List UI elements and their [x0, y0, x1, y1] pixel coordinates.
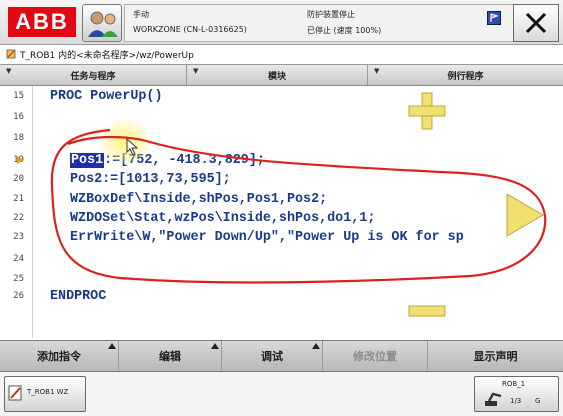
tab-tasks-programs[interactable]: ▼ 任务与程序 [0, 65, 187, 85]
program-editor-task-button[interactable]: T_ROB1 WZ [4, 376, 86, 412]
button-label: 添加指令 [37, 350, 81, 363]
tab-routines[interactable]: ▼ 例行程序 [368, 65, 563, 85]
red-annotation-loop [50, 128, 547, 284]
program-editor-icon [6, 49, 16, 59]
zoom-out-icon[interactable] [408, 304, 446, 318]
tab-label: 模块 [267, 71, 286, 82]
edit-button[interactable]: 编辑 [119, 341, 222, 371]
code-editor[interactable]: 15 PROC PowerUp() 16 18 19 Pos1:=[752, -… [0, 86, 563, 338]
operating-mode: 手动 [133, 10, 149, 19]
zoom-in-icon[interactable] [407, 91, 447, 131]
modify-position-button[interactable]: 修改位置 [323, 341, 428, 371]
tab-bar: ▼ 任务与程序 ▼ 模块 ▼ 例行程序 [0, 64, 563, 86]
menu-up-icon [108, 343, 116, 349]
button-label: 修改位置 [353, 350, 397, 363]
robot-icon [485, 392, 502, 406]
task-label: T_ROB1 WZ [27, 388, 69, 396]
show-declaration-button[interactable]: 显示声明 [428, 341, 563, 371]
button-label: 编辑 [159, 350, 181, 363]
event-flag-icon[interactable] [487, 11, 501, 25]
tab-label: 例行程序 [447, 71, 484, 82]
scroll-right-icon[interactable] [505, 192, 545, 238]
tab-modules[interactable]: ▼ 模块 [187, 65, 368, 85]
quickset-robot-panel[interactable]: ROB_1 1/3 G [474, 376, 559, 412]
dropdown-caret-icon: ▼ [193, 67, 199, 75]
program-editor-icon [8, 385, 22, 401]
status-bar[interactable]: 手动 WORKZONE (CN-L-0316625) 防护装置停止 已停止 (速… [124, 4, 514, 42]
top-header: ABB 手动 WORKZONE (CN-L-0316625) 防护装置停止 已停… [0, 0, 563, 45]
robot-value: 1/3 [510, 397, 522, 405]
debug-button[interactable]: 调试 [222, 341, 323, 371]
menu-up-icon [312, 343, 320, 349]
guard-status: 防护装置停止 [307, 10, 355, 19]
user-account-icon[interactable] [82, 4, 122, 42]
menu-up-icon [211, 343, 219, 349]
close-button[interactable] [513, 4, 559, 42]
button-label: 显示声明 [473, 350, 518, 363]
system-name: WORKZONE (CN-L-0316625) [133, 25, 247, 34]
dropdown-caret-icon: ▼ [6, 67, 12, 75]
breadcrumb-path: T_ROB1 内的<未命名程序>/wz/PowerUp [20, 51, 194, 61]
dropdown-caret-icon: ▼ [374, 67, 380, 75]
add-instruction-button[interactable]: 添加指令 [0, 341, 119, 371]
abb-logo[interactable]: ABB [8, 7, 76, 37]
run-state: 已停止 (速度 100%) [307, 26, 382, 35]
close-icon [525, 12, 547, 34]
command-bar: 添加指令 编辑 调试 修改位置 显示声明 [0, 340, 563, 372]
robot-label: ROB_1 [502, 380, 526, 388]
button-label: 调试 [261, 350, 283, 363]
taskbar: T_ROB1 WZ ROB_1 1/3 G [0, 372, 563, 416]
robot-value-2: G [535, 397, 541, 405]
breadcrumb: T_ROB1 内的<未命名程序>/wz/PowerUp [0, 45, 563, 63]
tab-label: 任务与程序 [70, 71, 116, 82]
